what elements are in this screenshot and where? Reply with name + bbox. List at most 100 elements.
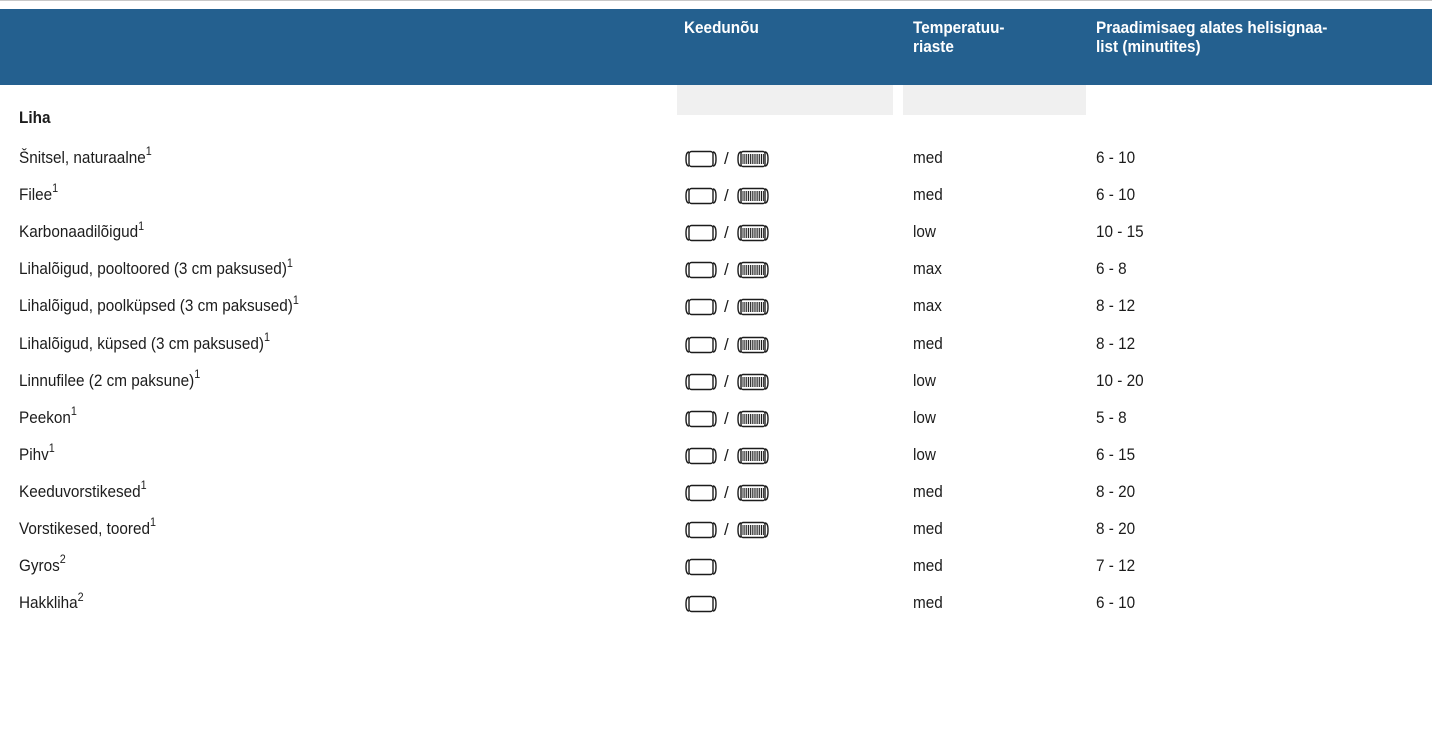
cookware-separator: /	[724, 260, 729, 280]
frying-pan-icon	[685, 187, 717, 205]
time-value: 6 - 10	[1096, 185, 1136, 205]
temperature-value: low	[913, 444, 936, 464]
temperature-value: med	[913, 593, 943, 613]
time-value: 8 - 20	[1096, 481, 1136, 501]
temperature-value: med	[913, 185, 943, 205]
food-name-text: Gyros	[19, 556, 60, 576]
food-name: Gyros2	[19, 553, 66, 576]
table-row: Hakkliha2 med 6 - 10	[0, 584, 1432, 620]
footnote-marker: 1	[286, 255, 293, 270]
food-name: Karbonaadilõigud1	[19, 220, 144, 242]
cookware-cell: /	[684, 150, 770, 168]
grill-plate-icon	[737, 187, 769, 205]
table-row: Karbonaadilõigud1 / low 10 - 15	[0, 213, 1432, 249]
cookware-cell: /	[684, 408, 770, 428]
frying-pan-icon	[685, 558, 717, 576]
food-name-text: Linnufilee (2 cm paksune)	[19, 370, 195, 390]
temperature-value: med	[913, 333, 943, 353]
time-value: 10 - 20	[1096, 370, 1144, 390]
food-name: Pihv1	[19, 442, 55, 465]
cookware-cell: /	[684, 482, 770, 502]
time-column-shade	[1086, 85, 1432, 115]
cookware-cell: /	[684, 298, 770, 316]
temperature-value: max	[913, 259, 942, 279]
cookware-separator: /	[724, 408, 729, 428]
food-name-text: Vorstikesed, toored	[19, 519, 150, 538]
grill-plate-icon	[737, 224, 769, 242]
cookware-cell: /	[684, 187, 770, 205]
food-name: Lihalõigud, pooltoored (3 cm paksused)1	[19, 255, 293, 279]
table-row: Lihalõigud, poolküpsed (3 cm paksused)1 /…	[0, 287, 1432, 323]
grill-plate-icon	[737, 262, 769, 279]
grill-plate-icon	[737, 150, 769, 168]
food-name: Keeduvorstikesed1	[19, 479, 147, 502]
cookware-separator: /	[724, 445, 729, 465]
header-cookware: Keedunõu	[684, 18, 759, 37]
food-name: Linnufilee (2 cm paksune)1	[19, 368, 200, 391]
cookware-separator: /	[724, 334, 729, 354]
footnote-marker: 2	[59, 552, 66, 567]
time-value: 6 - 10	[1096, 593, 1136, 613]
time-value: 10 - 15	[1096, 222, 1144, 242]
cookware-cell: /	[684, 521, 770, 539]
frying-pan-icon	[685, 410, 717, 427]
grill-plate-icon	[737, 521, 769, 539]
cookware-separator: /	[724, 520, 729, 539]
temperature-value: max	[913, 296, 942, 316]
table-row: Peekon1 / low 5 - 8	[0, 399, 1432, 435]
cookware-cell: /	[684, 445, 770, 465]
cookware-separator: /	[724, 297, 729, 317]
header-time: Praadimisaeg alates helisignaa- list (mi…	[1096, 18, 1327, 56]
table-row: Vorstikesed, toored1 / med 8 - 20	[0, 510, 1432, 546]
footnote-marker: 1	[52, 181, 59, 196]
footnote-marker: 1	[149, 515, 156, 530]
header-time-line2: list (minutites)	[1096, 37, 1201, 56]
footnote-marker: 2	[77, 589, 84, 604]
cookware-separator: /	[724, 223, 729, 243]
grill-plate-icon	[737, 484, 769, 502]
temperature-value: low	[913, 370, 936, 390]
temperature-value: low	[913, 407, 936, 427]
frying-pan-icon	[685, 336, 717, 353]
cookware-separator: /	[724, 482, 729, 502]
footnote-marker: 1	[194, 366, 201, 381]
food-name: Peekon1	[19, 405, 77, 428]
food-name: Filee1	[19, 182, 58, 205]
food-name: Lihalõigud, poolküpsed (3 cm paksused)1	[19, 292, 299, 316]
temperature-column-shade	[903, 85, 1086, 115]
food-name: Vorstikesed, toored1	[19, 516, 156, 539]
time-value: 5 - 8	[1096, 407, 1127, 427]
cookware-cell	[684, 558, 718, 576]
top-rule	[0, 0, 1432, 9]
food-name-text: Lihalõigud, poolküpsed (3 cm paksused)	[19, 296, 293, 316]
grill-plate-icon	[737, 447, 769, 464]
grill-plate-icon	[737, 299, 769, 316]
table-row: Filee1 / med 6 - 10	[0, 176, 1432, 212]
food-name-text: Šnitsel, naturaalne	[19, 148, 146, 167]
food-name-text: Karbonaadilõigud	[19, 222, 139, 242]
temperature-value: low	[913, 222, 936, 242]
cookware-cell: /	[684, 224, 770, 242]
footnote-marker: 1	[263, 329, 270, 344]
time-value: 6 - 10	[1096, 148, 1136, 167]
food-name-text: Hakkliha	[19, 593, 78, 613]
cookware-column-shade	[677, 85, 893, 115]
food-name: Hakkliha2	[19, 589, 84, 613]
food-name-text: Peekon	[19, 407, 71, 427]
cookware-separator: /	[724, 186, 729, 206]
footnote-marker: 1	[70, 404, 77, 419]
cookware-cell: /	[684, 334, 770, 354]
table-row: Pihv1 / low 6 - 15	[0, 436, 1432, 472]
frying-pan-icon	[685, 224, 717, 242]
table-row: Gyros2 med 7 - 12	[0, 547, 1432, 583]
food-name: Lihalõigud, küpsed (3 cm paksused)1	[19, 331, 270, 354]
header-temperature-line1: Temperatuu-	[913, 18, 1005, 37]
footnote-marker: 1	[145, 144, 152, 159]
temperature-value: med	[913, 519, 943, 538]
food-name-text: Lihalõigud, küpsed (3 cm paksused)	[19, 333, 264, 353]
cookware-cell: /	[684, 371, 770, 391]
footnote-marker: 1	[292, 292, 299, 307]
cookware-separator: /	[724, 371, 729, 391]
time-value: 7 - 12	[1096, 556, 1136, 576]
table-row: Linnufilee (2 cm paksune)1 / low 10 - 20	[0, 362, 1432, 398]
